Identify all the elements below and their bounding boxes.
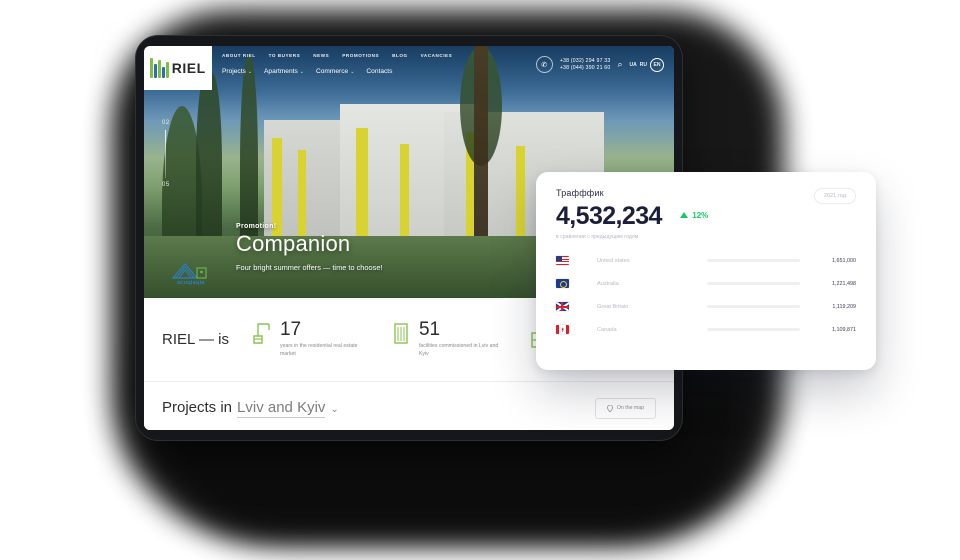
hero-copy: Promotion! Companion Four bright summer … (236, 223, 383, 272)
gb-flag-icon (556, 302, 569, 311)
traffic-delta-value: 12% (692, 210, 709, 220)
phone-icon: ✆ (535, 56, 553, 73)
traffic-total-value: 4,532,234 (556, 202, 662, 230)
year-filter-badge[interactable]: 2021 год (813, 188, 856, 204)
nav-item-promotions[interactable]: PROMOTIONS (342, 53, 379, 58)
lang-ua[interactable]: UA (630, 62, 637, 68)
nav-item-to-buyers[interactable]: TO BUYERS (269, 53, 301, 58)
site-logo[interactable]: RIEL (144, 46, 212, 90)
lang-en-active[interactable]: EN (650, 57, 664, 72)
table-row[interactable]: Great Britain 1,119,209 (556, 295, 856, 318)
nav-item-projects[interactable]: Projects ⌄ (222, 68, 252, 75)
nav-item-blog[interactable]: BLOG (392, 53, 407, 58)
stats-intro: RIEL — is (162, 331, 229, 348)
stat-years: 17 years in the residential real estate … (251, 318, 368, 358)
chevron-down-icon: ⌄ (350, 68, 355, 75)
screenshot-stage: RIEL ABOUT RIEL TO BUYERS NEWS PROMOTION… (0, 0, 960, 560)
stat-facilities: 51 facilities commissioned in Lviv and K… (390, 318, 507, 358)
traffic-card: Трафффик 2021 год 4,532,234 12% в сравне… (536, 172, 876, 370)
chevron-down-icon[interactable]: ⌄ (330, 404, 338, 415)
table-row[interactable]: United states 1,651,000 (556, 249, 856, 272)
primary-navigation: Projects ⌄ Apartments ⌄ Commerce ⌄ Contacts (222, 68, 392, 75)
phone-numbers: +38 (032) 294 97 33 +38 (044) 390 21 60 (560, 58, 611, 71)
country-name: Canada (597, 326, 617, 333)
hero-slider-index: 02 05 (162, 120, 170, 188)
crane-icon (251, 321, 273, 345)
building-icon (390, 321, 412, 345)
au-flag-icon (556, 279, 569, 288)
nav-item-apartments[interactable]: Apartments ⌄ (264, 68, 304, 75)
stat-value: 17 (279, 318, 302, 340)
traffic-delta: 12% (680, 211, 708, 220)
hero-eyebrow: Promotion! (236, 223, 277, 230)
stat-label: years in the residential real estate mar… (279, 342, 358, 357)
country-value: 1,221,498 (832, 280, 856, 287)
language-switcher: UA RU EN (630, 57, 664, 72)
country-value: 1,109,871 (832, 326, 856, 333)
slider-progress-line[interactable] (165, 130, 167, 178)
table-row[interactable]: Australia 1,221,498 (556, 272, 856, 295)
phone-number-1[interactable]: +38 (032) 294 97 33 (560, 58, 611, 64)
projects-title: Projects in Lviv and Kyiv ⌄ (162, 399, 339, 418)
hero-title: Companion (236, 231, 351, 256)
chevron-down-icon: ⌄ (247, 68, 253, 75)
us-flag-icon (556, 256, 569, 265)
site-header: RIEL ABOUT RIEL TO BUYERS NEWS PROMOTION… (144, 46, 674, 90)
traffic-bar-track (707, 327, 800, 332)
secondary-navigation: ABOUT RIEL TO BUYERS NEWS PROMOTIONS BLO… (222, 53, 452, 58)
lang-ru[interactable]: RU (640, 62, 647, 68)
country-traffic-list: United states 1,651,000 Australia 1,221,… (556, 249, 856, 341)
projects-city-selector[interactable]: Lviv and Kyiv (237, 399, 326, 418)
country-name: Great Britain (597, 303, 629, 310)
map-pin-icon (606, 404, 613, 412)
on-the-map-button[interactable]: On the map (594, 397, 656, 419)
country-value: 1,651,000 (832, 257, 856, 264)
nav-item-vacancies[interactable]: VACANCIES (421, 53, 453, 58)
country-name: United states (597, 257, 630, 264)
traffic-comparison-label: в сравнении с предыдущим годом (556, 234, 639, 240)
projects-bar: Projects in Lviv and Kyiv ⌄ On the map (144, 382, 674, 430)
traffic-bar-track (707, 281, 800, 286)
country-value: 1,119,209 (832, 303, 856, 310)
header-utilities: ✆ +38 (032) 294 97 33 +38 (044) 390 21 6… (535, 56, 664, 73)
nav-item-contacts[interactable]: Contacts (366, 68, 392, 75)
slide-current: 02 (162, 120, 170, 126)
traffic-bar-track (707, 258, 800, 263)
traffic-total-row: 4,532,234 12% (556, 204, 856, 229)
association-label: асоціація (177, 280, 205, 286)
hero-subtitle: Four bright summer offers — time to choo… (236, 263, 383, 272)
logo-text: RIEL (171, 60, 206, 76)
search-icon[interactable]: ⌕ (617, 59, 622, 70)
nav-item-about-riel[interactable]: ABOUT RIEL (222, 53, 256, 58)
projects-prefix: Projects in (162, 398, 233, 416)
slide-total: 05 (162, 182, 170, 188)
nav-item-commerce[interactable]: Commerce ⌄ (316, 68, 354, 75)
phone-number-2[interactable]: +38 (044) 390 21 60 (560, 65, 611, 71)
chevron-down-icon: ⌄ (299, 68, 304, 75)
traffic-bar-track (707, 304, 800, 309)
association-badge: асоціація (162, 256, 220, 290)
association-building-icon (171, 263, 207, 279)
stat-value: 51 (418, 318, 441, 340)
logo-mark-icon (150, 58, 169, 78)
traffic-card-title: Трафффик (556, 188, 604, 198)
on-the-map-label: On the map (616, 405, 644, 411)
country-name: Australia (597, 280, 619, 287)
arrow-up-icon (680, 212, 689, 218)
table-row[interactable]: Canada 1,109,871 (556, 318, 856, 341)
nav-item-news[interactable]: NEWS (313, 53, 329, 58)
ca-flag-icon (556, 325, 569, 334)
stat-label: facilities commissioned in Lviv and Kyiv (418, 342, 499, 357)
